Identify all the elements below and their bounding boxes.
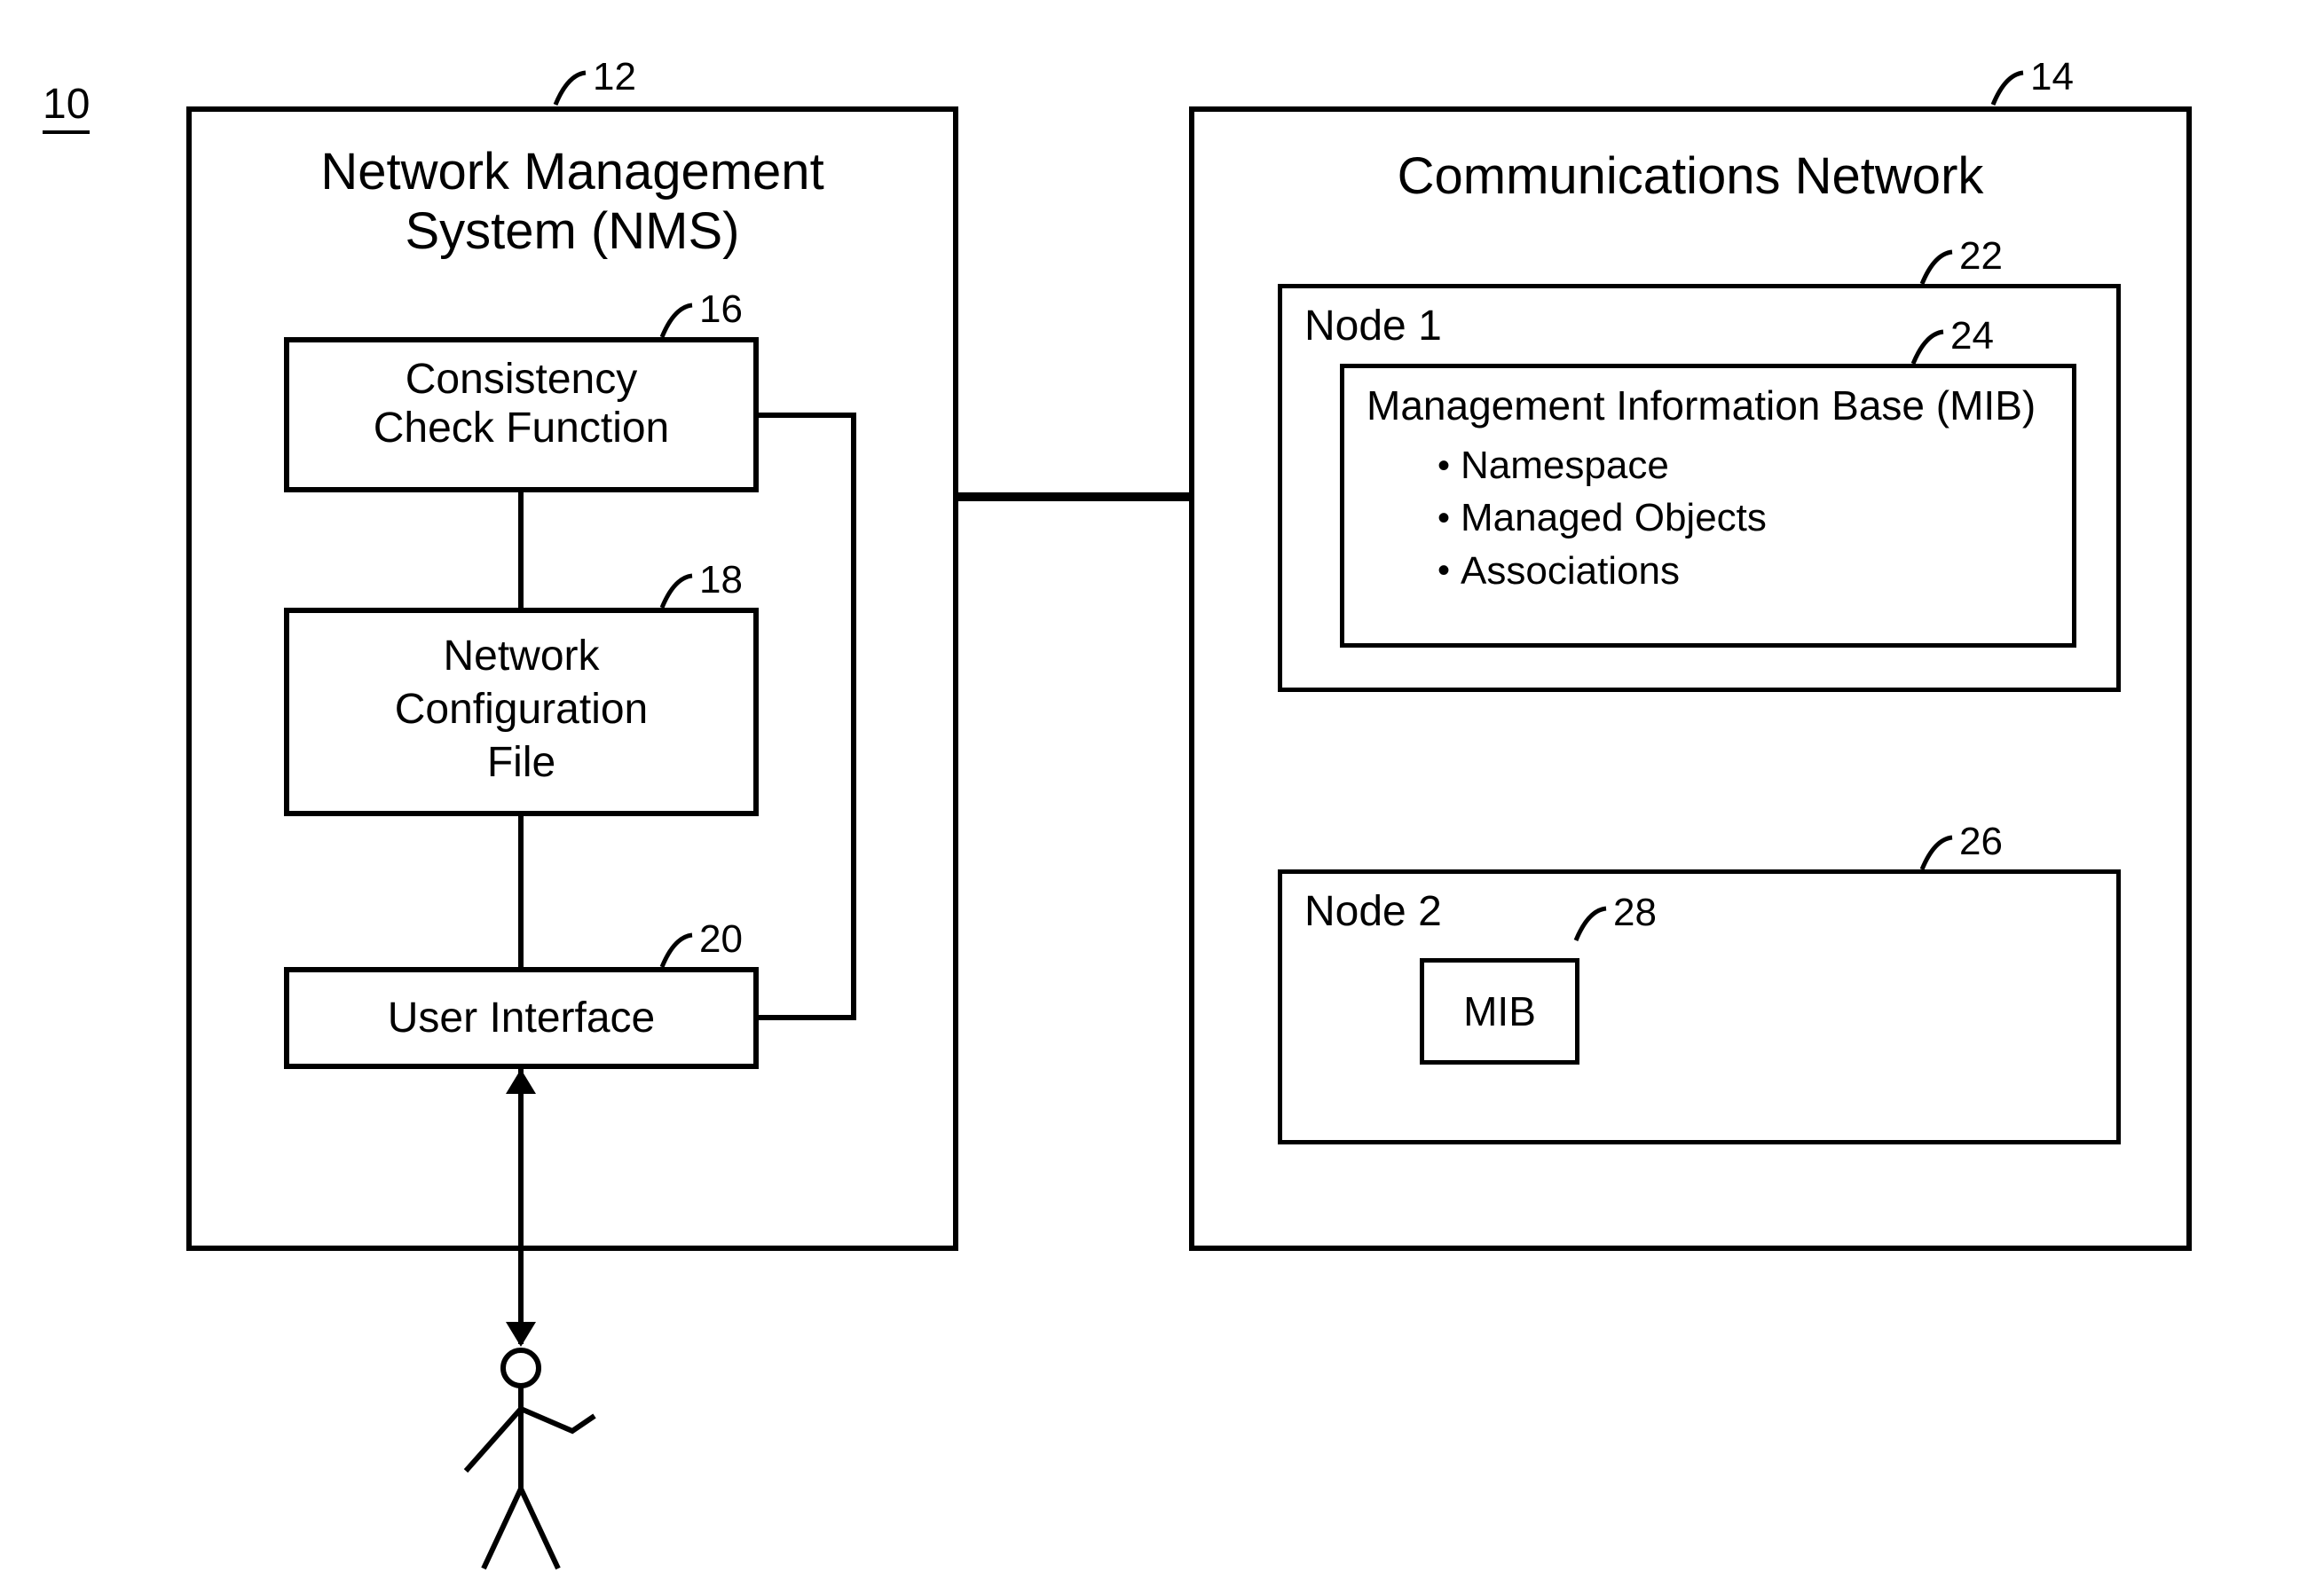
ui-label: User Interface	[388, 995, 655, 1042]
ref-tick-16	[657, 302, 696, 341]
mib-bullet1: Namespace	[1461, 439, 1669, 491]
consistency-text: Consistency Check Function	[284, 355, 759, 452]
arrowhead-up	[506, 1069, 536, 1098]
bullet-dot: •	[1438, 448, 1450, 484]
config-line2: Configuration	[284, 683, 759, 736]
connector-nms-network	[958, 492, 1189, 501]
ref-num-14: 14	[2030, 55, 2074, 99]
mib-bullet2: Managed Objects	[1461, 491, 1767, 544]
node2-label: Node 2	[1304, 887, 1442, 936]
network-title: Communications Network	[1189, 146, 2192, 206]
nms-title-line2: System (NMS)	[186, 201, 958, 261]
consistency-line2: Check Function	[284, 404, 759, 452]
ref-tick-26	[1917, 834, 1956, 873]
ref-tick-28	[1571, 905, 1610, 944]
connector-consistency-config	[518, 492, 524, 608]
mib-title: Management Information Base (MIB)	[1367, 381, 2059, 429]
consistency-line1: Consistency	[284, 355, 759, 404]
nms-title-line1: Network Management	[186, 142, 958, 201]
ref-num-20: 20	[699, 917, 743, 962]
ref-num-22: 22	[1959, 234, 2003, 279]
bus-v	[851, 413, 856, 1020]
ref-num-18: 18	[699, 558, 743, 602]
person-icon	[448, 1347, 608, 1577]
network-title-text: Communications Network	[1398, 147, 1984, 205]
ref-tick-12	[550, 69, 589, 108]
mib2-label: MIB	[1420, 987, 1579, 1035]
ref-num-16: 16	[699, 287, 743, 332]
ref-tick-14	[1988, 69, 2027, 108]
ref-tick-18	[657, 572, 696, 611]
config-line1: Network	[284, 630, 759, 683]
diagram-canvas: 10 Network Management System (NMS) 12 Co…	[0, 0, 2300, 1596]
mib-bullet3: Associations	[1461, 545, 1680, 597]
ref-num-26: 26	[1959, 820, 2003, 864]
mib-bullets: • Namespace • Managed Objects • Association…	[1438, 439, 1767, 597]
connector-ui-person	[518, 1069, 524, 1344]
ref-num-28: 28	[1613, 891, 1657, 935]
bus-h-top	[759, 413, 856, 418]
connector-config-ui	[518, 816, 524, 967]
bullet-dot: •	[1438, 553, 1450, 588]
ui-text: User Interface	[284, 994, 759, 1042]
bus-h-bottom	[759, 1015, 856, 1020]
bullet-dot: •	[1438, 500, 1450, 536]
ref-tick-22	[1917, 248, 1956, 287]
ref-tick-24	[1908, 328, 1947, 367]
ref-tick-20	[657, 932, 696, 971]
ref-num-12: 12	[593, 55, 636, 99]
figure-number: 10	[43, 80, 90, 134]
node1-label: Node 1	[1304, 302, 1442, 350]
ref-num-24: 24	[1950, 314, 1994, 358]
config-text: Network Configuration File	[284, 630, 759, 790]
nms-title: Network Management System (NMS)	[186, 142, 958, 261]
config-line3: File	[284, 736, 759, 790]
